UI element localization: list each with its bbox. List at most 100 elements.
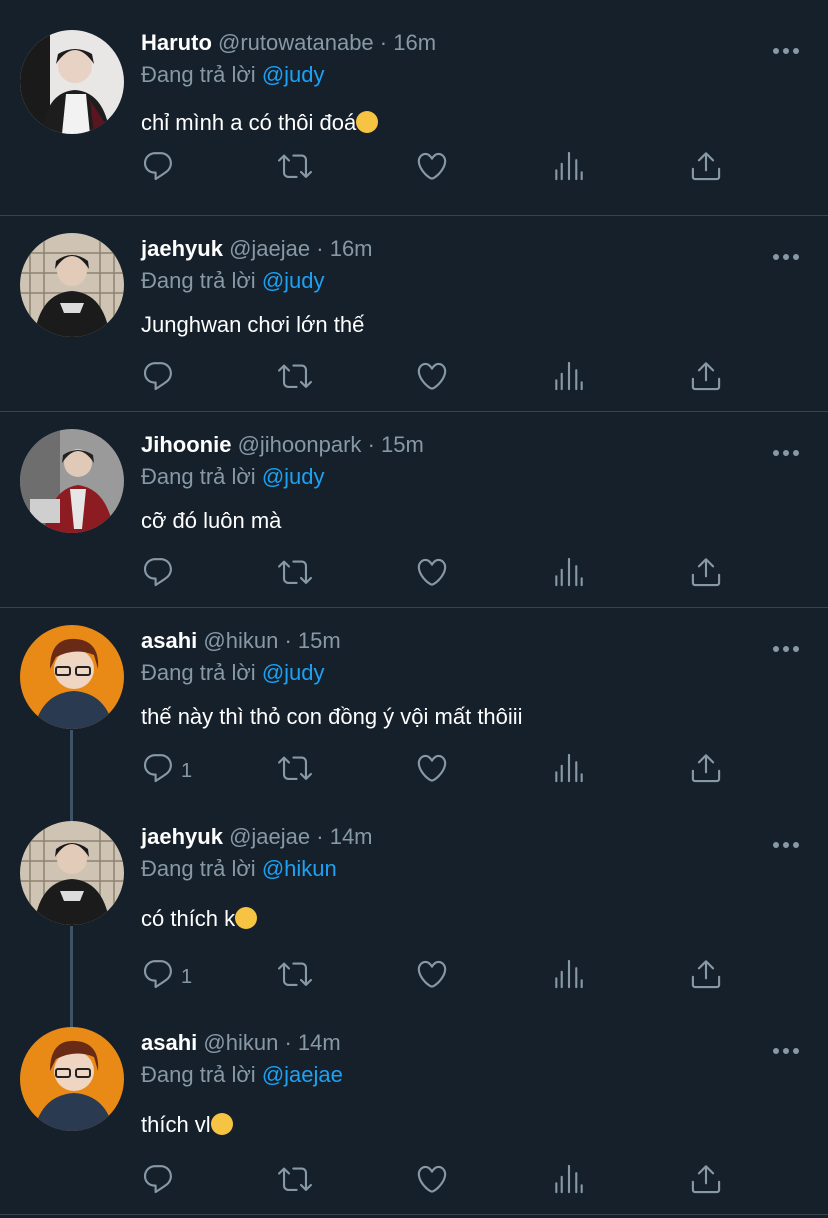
analytics-button[interactable] [552, 753, 586, 789]
user-handle[interactable]: @hikun [203, 628, 278, 653]
user-handle[interactable]: @hikun [203, 1030, 278, 1055]
avatar[interactable] [20, 429, 124, 533]
divider [0, 215, 828, 216]
like-icon [415, 1162, 449, 1202]
retweet-button[interactable] [278, 557, 312, 593]
retweet-button[interactable] [278, 361, 312, 397]
reply-count: 1 [181, 965, 193, 988]
display-name[interactable]: Haruto [141, 30, 212, 55]
tweet-header: Jihoonie @jihoonpark · 15m [141, 432, 424, 462]
tweet[interactable]: Jihoonie @jihoonpark · 15m Đang trả lời … [0, 429, 828, 602]
avatar[interactable] [20, 1027, 124, 1131]
avatar[interactable] [20, 30, 124, 134]
like-button[interactable] [415, 959, 449, 995]
like-icon [415, 149, 449, 189]
reply-icon [141, 359, 175, 399]
analytics-button[interactable] [552, 361, 586, 397]
reply-icon [141, 555, 175, 595]
share-icon [689, 751, 723, 791]
tweet-text: có thích k [141, 906, 258, 932]
like-button[interactable] [415, 1164, 449, 1200]
like-icon [415, 957, 449, 997]
tweet-text-content: chỉ mình a có thôi đoá [141, 110, 357, 135]
analytics-button[interactable] [552, 959, 586, 995]
reply-icon [141, 1162, 175, 1202]
user-handle[interactable]: @rutowatanabe [218, 30, 374, 55]
share-button[interactable] [689, 557, 723, 593]
reply-button[interactable] [141, 151, 175, 187]
user-handle[interactable]: @jihoonpark [238, 432, 362, 457]
display-name[interactable]: jaehyuk [141, 824, 223, 849]
tweet-text-content: thế này thì thỏ con đồng ý vội mất thôii… [141, 704, 523, 729]
more-icon[interactable] [772, 42, 800, 54]
retweet-button[interactable] [278, 1164, 312, 1200]
tweet-text: cỡ đó luôn mà [141, 508, 281, 534]
action-bar [141, 361, 741, 397]
reply-prefix: Đang trả lời [141, 856, 256, 881]
avatar[interactable] [20, 821, 124, 925]
display-name[interactable]: jaehyuk [141, 236, 223, 261]
avatar[interactable] [20, 625, 124, 729]
display-name[interactable]: asahi [141, 1030, 197, 1055]
more-icon[interactable] [772, 640, 800, 652]
share-button[interactable] [689, 753, 723, 789]
share-button[interactable] [689, 151, 723, 187]
retweet-button[interactable] [278, 959, 312, 995]
mention-link[interactable]: @judy [262, 268, 325, 293]
more-icon[interactable] [772, 836, 800, 848]
like-button[interactable] [415, 361, 449, 397]
analytics-button[interactable] [552, 557, 586, 593]
tweet[interactable]: jaehyuk @jaejae · 16m Đang trả lời @judy… [0, 233, 828, 406]
like-icon [415, 359, 449, 399]
retweet-button[interactable] [278, 753, 312, 789]
reply-count: 1 [181, 759, 193, 782]
reply-button[interactable]: 1 [141, 959, 192, 995]
mention-link[interactable]: @judy [262, 464, 325, 489]
like-button[interactable] [415, 151, 449, 187]
replying-to: Đang trả lời @judy [141, 464, 325, 490]
mention-link[interactable]: @judy [262, 62, 325, 87]
tweet[interactable]: asahi @hikun · 15m Đang trả lời @judy th… [0, 625, 828, 808]
user-handle[interactable]: @jaejae [229, 236, 310, 261]
share-button[interactable] [689, 361, 723, 397]
timestamp[interactable]: 16m [393, 30, 436, 55]
more-icon[interactable] [772, 1042, 800, 1054]
timestamp[interactable]: 15m [381, 432, 424, 457]
action-bar: 1 [141, 959, 741, 995]
mention-link[interactable]: @hikun [262, 856, 337, 881]
tweet[interactable]: jaehyuk @jaejae · 14m Đang trả lời @hiku… [0, 821, 828, 1004]
analytics-icon [552, 555, 586, 595]
tweet-header: jaehyuk @jaejae · 16m [141, 236, 373, 266]
timestamp[interactable]: 14m [330, 824, 373, 849]
share-button[interactable] [689, 1164, 723, 1200]
tweet-text: thế này thì thỏ con đồng ý vội mất thôii… [141, 704, 523, 730]
timestamp[interactable]: 14m [298, 1030, 341, 1055]
reply-button[interactable]: 1 [141, 753, 192, 789]
like-button[interactable] [415, 753, 449, 789]
reply-button[interactable] [141, 361, 175, 397]
more-icon[interactable] [772, 248, 800, 260]
like-icon [415, 751, 449, 791]
like-button[interactable] [415, 557, 449, 593]
analytics-button[interactable] [552, 1164, 586, 1200]
mention-link[interactable]: @judy [262, 660, 325, 685]
reply-button[interactable] [141, 557, 175, 593]
avatar[interactable] [20, 233, 124, 337]
share-button[interactable] [689, 959, 723, 995]
retweet-button[interactable] [278, 151, 312, 187]
display-name[interactable]: Jihoonie [141, 432, 231, 457]
mention-link[interactable]: @jaejae [262, 1062, 343, 1087]
more-icon[interactable] [772, 444, 800, 456]
reply-icon [141, 957, 175, 997]
timestamp[interactable]: 16m [330, 236, 373, 261]
analytics-icon [552, 149, 586, 189]
analytics-button[interactable] [552, 151, 586, 187]
user-handle[interactable]: @jaejae [229, 824, 310, 849]
display-name[interactable]: asahi [141, 628, 197, 653]
divider [0, 1214, 828, 1215]
reply-button[interactable] [141, 1164, 175, 1200]
timestamp[interactable]: 15m [298, 628, 341, 653]
tweet-text-content: cỡ đó luôn mà [141, 508, 282, 533]
tweet[interactable]: asahi @hikun · 14m Đang trả lời @jaejae … [0, 1027, 828, 1210]
tweet[interactable]: Haruto @rutowatanabe · 16m Đang trả lời … [0, 30, 828, 210]
